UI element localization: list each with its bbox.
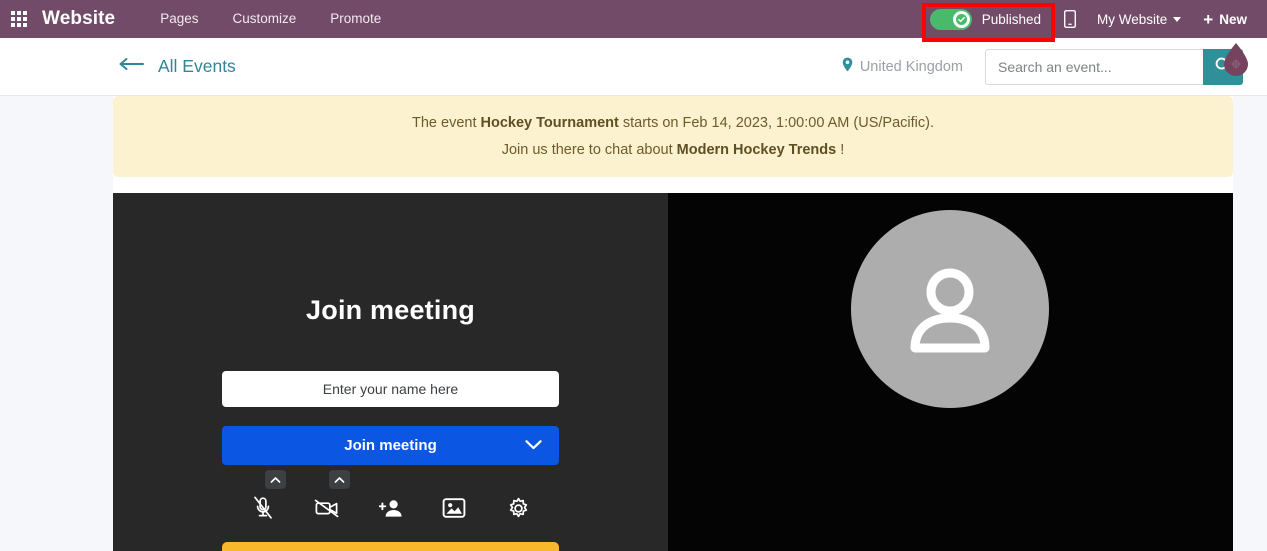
apps-grid-icon[interactable] xyxy=(0,0,38,38)
all-events-label: All Events xyxy=(158,56,236,76)
plus-icon: + xyxy=(1203,9,1214,29)
app-brand-title: Website xyxy=(42,8,116,29)
join-meeting-button[interactable]: Join meeting xyxy=(222,426,559,465)
meeting-controls-bar xyxy=(222,470,559,525)
join-meeting-panel: Join meeting Join meeting xyxy=(113,193,668,551)
person-avatar-icon xyxy=(851,210,1049,408)
new-button[interactable]: + New xyxy=(1189,11,1259,28)
alert-line-2: Join us there to chat about Modern Hocke… xyxy=(502,141,845,159)
check-circle-icon xyxy=(952,10,970,28)
meeting-embed: Join meeting Join meeting xyxy=(113,193,1233,551)
alert-topic-name: Modern Hockey Trends xyxy=(676,141,837,158)
camera-options-chevron[interactable] xyxy=(328,470,350,489)
search-input[interactable] xyxy=(985,48,1203,85)
chevron-down-icon[interactable] xyxy=(525,437,542,454)
mobile-phone-icon[interactable] xyxy=(1051,10,1089,28)
navbar-right-group: Published My Website + New xyxy=(920,6,1267,33)
nav-item-customize[interactable]: Customize xyxy=(215,0,313,38)
navbar-menu: Pages Customize Promote xyxy=(143,0,398,38)
alert-line2-suffix: ! xyxy=(836,141,845,158)
subheader-right-group: United Kingdom xyxy=(842,48,1267,85)
participant-name-input[interactable] xyxy=(222,371,559,407)
add-person-icon[interactable] xyxy=(374,491,408,525)
alert-line2-prefix: Join us there to chat about xyxy=(501,141,677,158)
background-image-icon[interactable] xyxy=(437,491,471,525)
website-selector[interactable]: My Website xyxy=(1089,12,1189,27)
publish-toggle[interactable]: Published xyxy=(920,6,1051,33)
alert-line1-prefix: The event xyxy=(412,115,481,132)
website-selector-label: My Website xyxy=(1097,11,1168,27)
location-label: United Kingdom xyxy=(859,58,963,75)
app-screen: Website Pages Customize Promote Publishe… xyxy=(0,0,1267,551)
nav-item-promote[interactable]: Promote xyxy=(313,0,398,38)
all-events-back-link[interactable]: All Events xyxy=(118,56,236,77)
microphone-muted-icon[interactable] xyxy=(246,470,286,525)
alert-line-1: The event Hockey Tournament starts on Fe… xyxy=(412,114,934,132)
alert-line1-suffix: starts on Feb 14, 2023, 1:00:00 AM (US/P… xyxy=(618,115,934,132)
publish-switch[interactable] xyxy=(929,8,972,30)
top-navbar: Website Pages Customize Promote Publishe… xyxy=(0,0,1267,38)
join-meeting-button-label: Join meeting xyxy=(344,437,437,454)
video-preview-panel xyxy=(668,193,1233,551)
bottom-accent-bar xyxy=(222,542,559,551)
map-pin-icon xyxy=(842,57,853,77)
alert-event-name: Hockey Tournament xyxy=(480,115,619,132)
arrow-left-icon xyxy=(118,57,144,76)
settings-gear-icon[interactable] xyxy=(501,491,535,525)
event-alert-banner: The event Hockey Tournament starts on Fe… xyxy=(113,96,1233,177)
microphone-options-chevron[interactable] xyxy=(265,470,286,489)
event-search-group xyxy=(985,48,1243,85)
page-canvas: The event Hockey Tournament starts on Fe… xyxy=(113,96,1233,551)
camera-muted-icon[interactable] xyxy=(310,470,350,525)
nav-item-pages[interactable]: Pages xyxy=(143,0,215,38)
caret-down-icon xyxy=(1173,16,1182,22)
join-meeting-title: Join meeting xyxy=(306,295,475,325)
droplet-handle-icon[interactable] xyxy=(1221,42,1251,78)
new-button-label: New xyxy=(1219,11,1247,27)
event-subheader: All Events United Kingdom xyxy=(0,38,1267,96)
publish-label: Published xyxy=(981,11,1042,27)
location-selector[interactable]: United Kingdom xyxy=(842,57,963,77)
